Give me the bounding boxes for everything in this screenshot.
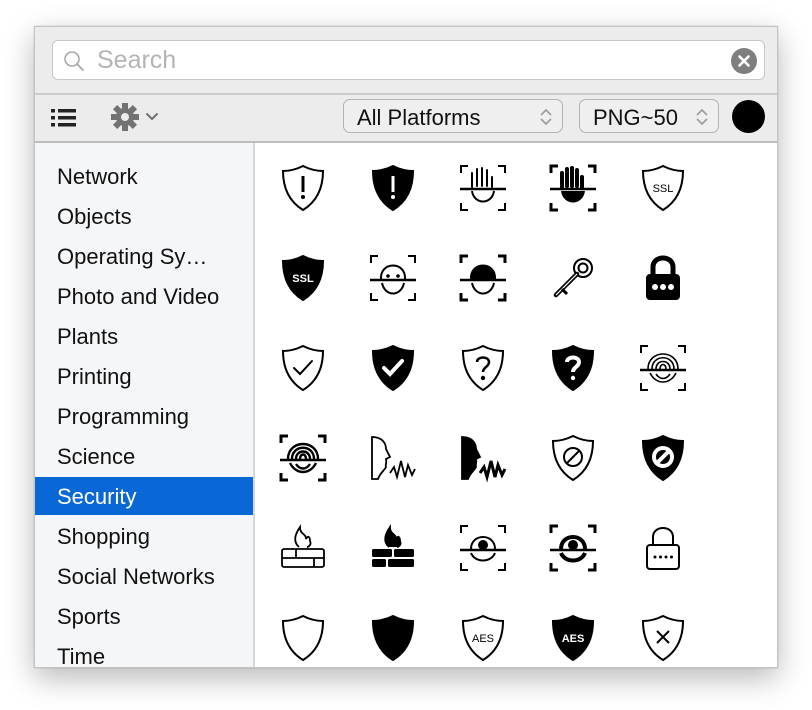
palm-scan-outline-icon [460, 165, 506, 211]
svg-text:SSL: SSL [653, 183, 674, 195]
shield-check-outline-icon [281, 344, 325, 392]
face-id-outline-icon [370, 255, 416, 301]
icon-grid-cell[interactable] [623, 598, 703, 667]
icon-grid-cell[interactable] [353, 328, 433, 408]
icon-grid-cell[interactable] [263, 418, 343, 498]
settings-menu-button[interactable] [109, 101, 165, 133]
format-size-select[interactable]: PNG~50 [579, 99, 719, 133]
shield-aes-filled-icon: AES [551, 614, 595, 662]
icon-color-swatch[interactable] [732, 100, 765, 133]
shield-exclamation-filled-icon [371, 164, 415, 212]
sidebar-item-operating-systems[interactable]: Operating Sy… [35, 237, 253, 275]
icon-grid-cell[interactable] [623, 508, 703, 588]
sidebar-item-printing[interactable]: Printing [35, 357, 253, 395]
icon-grid-cell[interactable] [533, 148, 613, 228]
category-sidebar[interactable]: Network Objects Operating Sy… Photo and … [35, 143, 255, 667]
platform-select-value: All Platforms [357, 105, 481, 130]
shield-block-outline-icon [551, 434, 595, 482]
icon-grid-cell[interactable] [623, 328, 703, 408]
icon-grid-cell[interactable] [353, 418, 433, 498]
sidebar-item-photo-and-video[interactable]: Photo and Video [35, 277, 253, 315]
fingerprint-scan-outline-icon [640, 345, 686, 391]
iris-scan-outline-icon [460, 525, 506, 571]
sidebar-item-shopping[interactable]: Shopping [35, 517, 253, 555]
shield-aes-outline-icon: AES [461, 614, 505, 662]
password-lock-outline-icon [646, 527, 680, 570]
up-down-arrows-icon [696, 108, 708, 126]
shield-filled-icon [371, 614, 415, 662]
icon-grid-cell[interactable] [353, 598, 433, 667]
icon-grid-cell[interactable]: SSL [623, 148, 703, 228]
icon-grid-cell[interactable] [533, 418, 613, 498]
search-icon [64, 51, 84, 71]
sidebar-item-network[interactable]: Network [35, 157, 253, 195]
palm-scan-filled-icon [549, 164, 597, 212]
shield-ssl-outline-icon: SSL [641, 164, 685, 212]
shield-question-filled-icon [551, 344, 595, 392]
up-down-arrows-icon [540, 108, 552, 126]
shield-ssl-filled-icon: SSL [281, 254, 325, 302]
icon-grid-cell[interactable]: SSL [263, 238, 343, 318]
firewall-outline-icon [281, 524, 325, 568]
firewall-filled-icon [372, 524, 414, 567]
key-icon [553, 258, 593, 298]
list-icon [51, 109, 76, 127]
icon-grid-cell[interactable] [533, 238, 613, 318]
icon-grid-cell[interactable]: AES [443, 598, 523, 667]
icon-grid-cell[interactable] [353, 508, 433, 588]
icon-grid-cell[interactable] [443, 238, 523, 318]
icon-browser-window: All Platforms PNG~50 Network Objects Ope… [34, 26, 778, 668]
icon-grid-cell[interactable]: AES [533, 598, 613, 667]
face-id-filled-icon [459, 254, 507, 302]
sidebar-item-programming[interactable]: Programming [35, 397, 253, 435]
sidebar-item-sports[interactable]: Sports [35, 597, 253, 635]
icon-grid-cell[interactable] [353, 148, 433, 228]
icon-grid-cell[interactable] [443, 418, 523, 498]
sidebar-item-objects[interactable]: Objects [35, 197, 253, 235]
svg-text:SSL: SSL [292, 273, 314, 285]
sidebar-item-time[interactable]: Time [35, 637, 253, 667]
icon-grid[interactable]: SSL SSL AES AES [255, 143, 777, 667]
icon-grid-cell[interactable] [263, 148, 343, 228]
toolbar: All Platforms PNG~50 [35, 95, 777, 141]
sidebar-item-science[interactable]: Science [35, 437, 253, 475]
sidebar-item-plants[interactable]: Plants [35, 317, 253, 355]
chevron-down-icon [146, 113, 158, 120]
icon-grid-cell[interactable] [533, 508, 613, 588]
search-input[interactable] [97, 45, 717, 75]
icon-grid-cell[interactable] [263, 508, 343, 588]
voice-id-outline-icon [371, 436, 416, 481]
list-view-button[interactable] [49, 105, 79, 131]
icon-grid-cell[interactable] [443, 148, 523, 228]
search-field[interactable] [52, 40, 765, 80]
icon-grid-cell[interactable] [263, 598, 343, 667]
voice-id-filled-icon [461, 436, 507, 483]
close-icon [738, 55, 750, 67]
icon-grid-cell[interactable] [623, 418, 703, 498]
platform-select[interactable]: All Platforms [343, 99, 563, 133]
iris-scan-filled-icon [549, 524, 597, 572]
icon-grid-cell[interactable] [443, 508, 523, 588]
format-size-select-value: PNG~50 [593, 105, 678, 130]
sidebar-item-security[interactable]: Security [35, 477, 253, 515]
shield-block-filled-icon [641, 434, 685, 482]
fingerprint-scan-filled-icon [279, 434, 327, 482]
shield-x-outline-icon [641, 614, 685, 662]
shield-check-filled-icon [371, 344, 415, 392]
svg-text:AES: AES [472, 633, 494, 645]
sidebar-item-social-networks[interactable]: Social Networks [35, 557, 253, 595]
shield-exclamation-outline-icon [281, 164, 325, 212]
shield-question-outline-icon [461, 344, 505, 392]
icon-grid-cell[interactable] [443, 328, 523, 408]
icon-grid-cell[interactable] [533, 328, 613, 408]
gear-icon [111, 103, 139, 131]
clear-search-button[interactable] [731, 48, 757, 74]
password-lock-filled-icon [646, 255, 680, 300]
shield-outline-icon [281, 614, 325, 662]
icon-grid-cell[interactable] [353, 238, 433, 318]
icon-grid-cell[interactable] [263, 328, 343, 408]
icon-grid-cell[interactable] [623, 238, 703, 318]
svg-text:AES: AES [562, 633, 585, 645]
